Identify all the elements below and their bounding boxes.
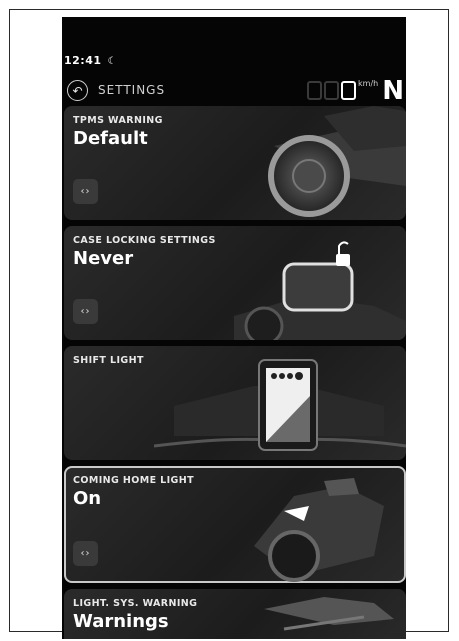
card-label: SHIFT LIGHT: [73, 355, 144, 366]
page-title: SETTINGS: [98, 83, 166, 97]
dashboard-display-image: [154, 359, 406, 451]
clock: 12:41: [64, 54, 102, 67]
speed-digit-units: [341, 81, 357, 100]
card-label: COMING HOME LIGHT: [73, 475, 194, 486]
adjust-arrows-button[interactable]: ‹›: [73, 299, 98, 324]
night-mode-icon: ☾: [107, 56, 117, 67]
dashboard-screen: 12:41 ☾ ↶ SETTINGS km/h N TPMS WARNING De…: [62, 17, 406, 639]
motorcycle-wheel-image: [268, 106, 406, 217]
motorcycle-front-image: [254, 478, 384, 582]
setting-card-tpms-warning[interactable]: TPMS WARNING Default ‹›: [64, 106, 406, 220]
adjust-arrows-button[interactable]: ‹›: [73, 179, 98, 204]
card-value: Never: [73, 248, 134, 269]
speed-unit: km/h: [358, 79, 379, 88]
card-value: Default: [73, 128, 148, 149]
card-label: TPMS WARNING: [73, 115, 163, 126]
motorcycle-handlebar-image: [264, 597, 394, 631]
card-value: Warnings: [73, 611, 169, 632]
card-label: CASE LOCKING SETTINGS: [73, 235, 216, 246]
header: ↶ SETTINGS km/h N: [62, 77, 406, 107]
setting-card-shift-light[interactable]: SHIFT LIGHT: [64, 346, 406, 460]
card-label: LIGHT. SYS. WARNING: [73, 598, 198, 609]
case-lock-image: [234, 241, 406, 340]
card-value: On: [73, 488, 102, 509]
speed-digit-tens: [324, 81, 340, 100]
speedometer: km/h N: [305, 77, 404, 105]
speed-digit-hundreds: [307, 81, 323, 100]
gear-indicator: N: [382, 76, 404, 106]
adjust-arrows-button[interactable]: ‹›: [73, 541, 98, 566]
status-bar: 12:41 ☾: [64, 54, 117, 67]
setting-card-coming-home-light[interactable]: COMING HOME LIGHT On ‹›: [64, 466, 406, 583]
back-arrow-icon: ↶: [72, 83, 83, 98]
setting-card-light-sys-warning[interactable]: LIGHT. SYS. WARNING Warnings: [64, 589, 406, 639]
back-button[interactable]: ↶: [67, 80, 88, 101]
setting-card-case-locking[interactable]: CASE LOCKING SETTINGS Never ‹›: [64, 226, 406, 340]
